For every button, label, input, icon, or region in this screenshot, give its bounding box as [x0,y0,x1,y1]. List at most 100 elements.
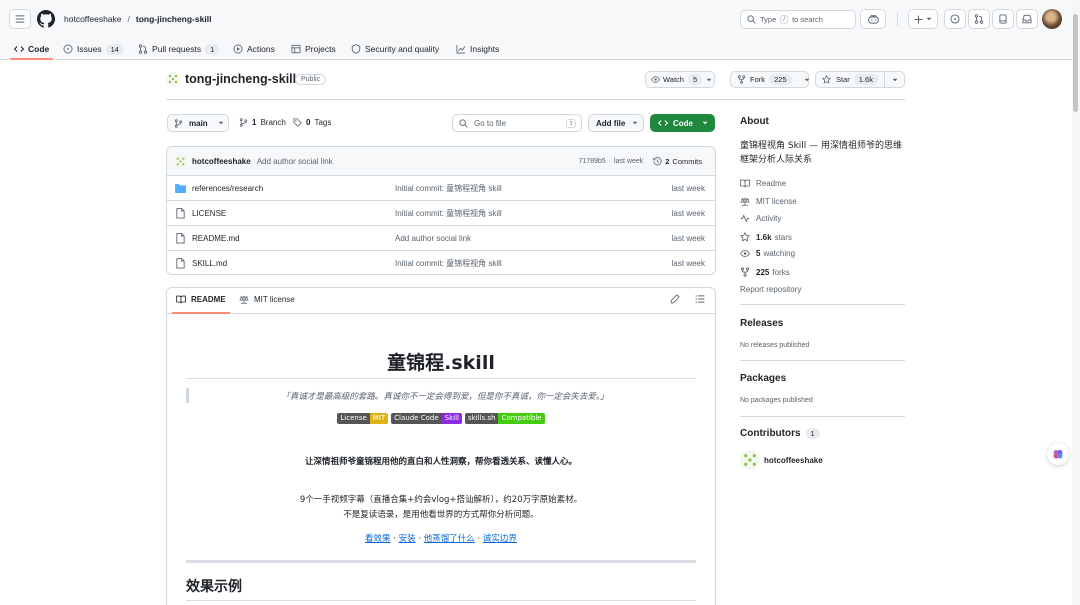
tab-pull-requests[interactable]: Pull requests 1 [138,38,220,60]
copilot-button[interactable] [860,9,886,29]
repo-owner-avatar[interactable] [166,72,180,86]
tags-count: 0 [306,118,311,127]
add-file-button[interactable]: Add file [588,114,644,132]
shield-icon [351,44,361,54]
file-row[interactable]: README.md Add author social link last we… [167,225,715,250]
tab-code[interactable]: Code [14,38,49,60]
watch-button[interactable]: Watch 5 [645,71,715,88]
file-commit-message[interactable]: Add author social link [395,234,635,243]
book-icon [740,179,750,188]
about-forks-link[interactable]: 225 forks [740,267,790,277]
license-tab[interactable]: MIT license [239,295,295,304]
commit-hash[interactable]: 71789b5 [578,158,605,165]
releases-title[interactable]: Releases [740,318,783,329]
contributor-name[interactable]: hotcoffeeshake [764,456,823,465]
search-input[interactable]: Type / to search [740,10,856,29]
commits-history-link[interactable]: 2 Commits [653,157,702,166]
issues-button[interactable] [944,9,966,29]
branches-count: 1 [252,118,257,127]
about-watching-link[interactable]: 5 watching [740,249,795,258]
tab-projects[interactable]: Projects [291,38,336,60]
commit-author[interactable]: hotcoffeeshake [192,157,251,166]
skills-sh-badge[interactable]: skills.sh Compatible [464,413,545,424]
link-distilled[interactable]: 他蒸馏了什么 [424,534,475,544]
tags-link[interactable]: 0 Tags [293,118,331,127]
branch-count-icon [239,118,248,127]
about-readme-link[interactable]: Readme [740,179,786,188]
packages-title[interactable]: Packages [740,373,786,384]
link-install[interactable]: 安装 [399,534,416,544]
stars-count: 1.6k [756,232,772,242]
menu-button[interactable] [9,9,31,29]
pr-icon [138,44,148,54]
readme-description-1: 9个一手视频字幕（直播合集+约会vlog+搭讪解析），约20万字原始素材。 [299,495,583,505]
readme-title: 童锦程.skill [387,352,495,374]
repo-icon [998,14,1008,24]
file-name[interactable]: references/research [192,184,395,193]
tab-issues[interactable]: Issues 14 [63,38,124,60]
outline-button[interactable] [695,294,705,306]
tab-pull-requests-label: Pull requests [152,44,202,54]
star-chevron-icon[interactable] [892,77,898,83]
star-label: Star [836,75,850,84]
floating-assistant-button[interactable] [1047,443,1069,465]
file-commit-message[interactable]: Initial commit: 童锦程视角 skill [395,208,635,219]
repo-link[interactable]: tong-jincheng-skill [136,14,212,24]
report-repository-link[interactable]: Report repository [740,285,801,294]
about-activity-label: Activity [756,214,782,223]
create-new-button[interactable] [908,9,938,29]
contributor-avatar[interactable] [740,450,760,470]
star-button[interactable]: Star 1.6k [815,71,905,88]
contributors-title[interactable]: Contributors 1 [740,428,820,439]
star-outline-icon [740,232,750,242]
file-row[interactable]: LICENSE Initial commit: 童锦程视角 skill last… [167,200,715,225]
issue-circle-icon [950,14,960,24]
commit-author-avatar[interactable] [174,154,187,168]
commit-message[interactable]: Add author social link [257,157,333,166]
repositories-button[interactable] [992,9,1014,29]
file-row[interactable]: SKILL.md Initial commit: 童锦程视角 skill las… [167,250,715,275]
visibility-badge: Public [295,74,327,85]
fork-button[interactable]: Fork 225 [730,71,809,88]
owner-link[interactable]: hotcoffeeshake [64,14,122,24]
branch-selector[interactable]: main [167,114,229,132]
file-name[interactable]: SKILL.md [192,259,395,268]
scrollbar-thumb[interactable] [1073,14,1078,112]
code-button-icon [658,118,668,128]
commit-separator: · [608,157,612,165]
code-button[interactable]: Code [650,114,715,132]
file-row[interactable]: references/research Initial commit: 童锦程视… [167,175,715,200]
fork-chevron-icon[interactable] [804,77,810,83]
readme-hr [186,560,696,563]
about-description: 童锦程视角 Skill — 用深情祖师爷的思维框架分析人际关系 [740,141,903,165]
about-stars-link[interactable]: 1.6k stars [740,232,792,242]
repo-title[interactable]: tong-jincheng-skill [185,72,296,86]
tab-actions[interactable]: Actions [233,38,275,60]
about-license-link[interactable]: MIT license [740,197,797,206]
user-avatar[interactable] [1042,9,1062,29]
file-commit-message[interactable]: Initial commit: 童锦程视角 skill [395,183,635,194]
about-activity-link[interactable]: Activity [740,214,781,223]
branches-link[interactable]: 1 Branch [239,118,286,127]
file-name[interactable]: LICENSE [192,209,395,218]
claude-code-badge[interactable]: Claude Code Skill [391,413,462,424]
tab-security[interactable]: Security and quality [351,38,439,60]
issue-icon [63,44,73,54]
file-commit-message[interactable]: Initial commit: 童锦程视角 skill [395,258,635,269]
search-label: Type [760,15,777,24]
pull-requests-button[interactable] [968,9,990,29]
go-to-file-input[interactable]: Go to file t [452,114,582,132]
tab-projects-label: Projects [305,44,336,54]
link-effects[interactable]: 看效果 [365,534,391,544]
edit-readme-button[interactable] [670,294,680,306]
github-logo-icon[interactable] [37,10,55,28]
readme-tab[interactable]: README [176,295,226,304]
file-name[interactable]: README.md [192,234,395,243]
badge-label: License [337,413,370,424]
inbox-button[interactable] [1016,9,1038,29]
tab-insights[interactable]: Insights [456,38,499,60]
law-icon [740,197,750,206]
license-badge[interactable]: License MIT [337,413,389,424]
plus-icon [914,15,923,24]
link-honesty[interactable]: 诚实边界 [483,534,517,544]
